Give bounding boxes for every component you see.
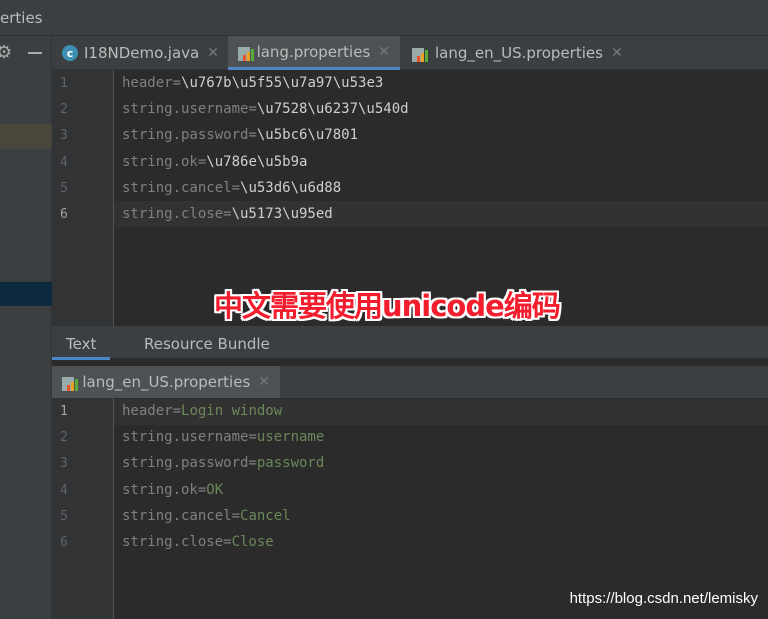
watermark: https://blog.csdn.net/lemisky (569, 590, 758, 607)
sidebar-item-selected[interactable] (0, 282, 52, 306)
line-number: 6 (60, 535, 68, 550)
code-line[interactable]: string.ok=\u786e\u5b9a (122, 154, 307, 170)
property-value: Cancel (240, 507, 291, 524)
line-number: 5 (60, 508, 68, 524)
code-line[interactable]: string.close=\u5173\u95ed (122, 206, 333, 222)
property-value: username (256, 429, 325, 446)
property-value: \u767b\u5f55\u7a97\u53e3 (181, 75, 384, 91)
tab-label: I18NDemo.java (84, 44, 200, 62)
line-number: 1 (60, 404, 68, 419)
property-key: string.ok= (122, 481, 207, 498)
property-key: string.username= (122, 101, 257, 118)
property-key: header= (122, 403, 182, 419)
project-sidebar[interactable]: ⚙ (0, 36, 52, 619)
tab-label: lang_en_US.properties (82, 373, 251, 391)
property-value: \u786e\u5b9a (206, 153, 308, 170)
property-value: Close (231, 534, 274, 550)
tab-label: lang.properties (256, 42, 371, 61)
bottom-file-tab-bar: lang_en_US.properties ✕ (52, 366, 768, 398)
code-line[interactable]: string.cancel=Cancel (122, 508, 291, 524)
line-number: 2 (60, 102, 68, 118)
close-icon[interactable]: ✕ (378, 44, 390, 60)
bottom-editor[interactable]: 1 header=Login window 2 string.username=use… (52, 398, 768, 619)
property-key: string.cancel= (122, 507, 241, 524)
code-line[interactable]: string.username=username (122, 429, 324, 445)
tab-lang-properties[interactable]: lang.properties ✕ (228, 36, 400, 70)
close-icon[interactable]: ✕ (207, 45, 219, 61)
property-value: \u53d6\u6d88 (240, 179, 342, 196)
line-number: 1 (60, 76, 68, 91)
property-value: \u5173\u95ed (231, 206, 333, 222)
property-value: \u5bc6\u7801 (256, 127, 359, 144)
minimize-icon[interactable] (28, 52, 42, 54)
java-class-icon: c (62, 45, 78, 61)
tab-text[interactable]: Text (52, 326, 111, 360)
property-key: string.cancel= (122, 179, 241, 196)
sidebar-item[interactable] (0, 124, 52, 149)
line-number: 3 (60, 128, 68, 144)
menu-bar (0, 0, 768, 8)
property-key: string.close= (122, 206, 232, 222)
line-number: 3 (60, 456, 68, 472)
annotation-text: 中文需要使用unicode编码 (214, 289, 561, 323)
window-title: erties (0, 8, 768, 36)
code-line[interactable]: string.ok=OK (122, 482, 223, 498)
properties-file-icon (238, 43, 254, 61)
code-line[interactable]: header=Login window (122, 403, 282, 419)
properties-file-icon (412, 44, 430, 62)
line-number: 4 (60, 482, 68, 498)
code-line[interactable]: string.password=\u5bc6\u7801 (122, 127, 358, 143)
code-line[interactable]: string.cancel=\u53d6\u6d88 (122, 180, 341, 196)
tab-label: lang_en_US.properties (435, 44, 603, 62)
line-number: 5 (60, 180, 68, 196)
properties-file-icon (62, 373, 78, 391)
tab-lang-en-us-properties[interactable]: lang_en_US.properties ✕ (402, 36, 633, 70)
property-key: string.password= (122, 127, 257, 144)
property-value: password (256, 455, 325, 472)
property-key: string.ok= (122, 153, 207, 170)
property-value: \u7528\u6237\u540d (256, 101, 409, 118)
code-line[interactable]: string.close=Close (122, 534, 274, 550)
property-value: OK (206, 481, 224, 498)
close-icon[interactable]: ✕ (611, 45, 623, 61)
tab-resource-bundle[interactable]: Resource Bundle (130, 326, 284, 360)
close-icon[interactable]: ✕ (258, 374, 270, 390)
property-value: Login window (181, 403, 283, 419)
gear-icon[interactable]: ⚙ (0, 42, 12, 63)
code-line[interactable]: string.password=password (122, 455, 324, 471)
tab-i18ndemo-java[interactable]: c I18NDemo.java ✕ (52, 36, 229, 70)
editor-tab-bar: c I18NDemo.java ✕ lang.properties ✕ lang… (52, 36, 768, 70)
line-number: 2 (60, 430, 68, 446)
tab-lang-en-us-properties[interactable]: lang_en_US.properties ✕ (52, 366, 280, 398)
property-key: header= (122, 75, 182, 91)
code-line[interactable]: header=\u767b\u5f55\u7a97\u53e3 (122, 75, 383, 91)
line-number: 4 (60, 154, 68, 170)
line-number: 6 (60, 207, 68, 222)
code-line[interactable]: string.username=\u7528\u6237\u540d (122, 101, 409, 117)
property-key: string.close= (122, 534, 232, 550)
property-key: string.username= (122, 429, 257, 446)
bundle-view-tabs: Text Resource Bundle (52, 326, 768, 362)
property-key: string.password= (122, 455, 257, 472)
